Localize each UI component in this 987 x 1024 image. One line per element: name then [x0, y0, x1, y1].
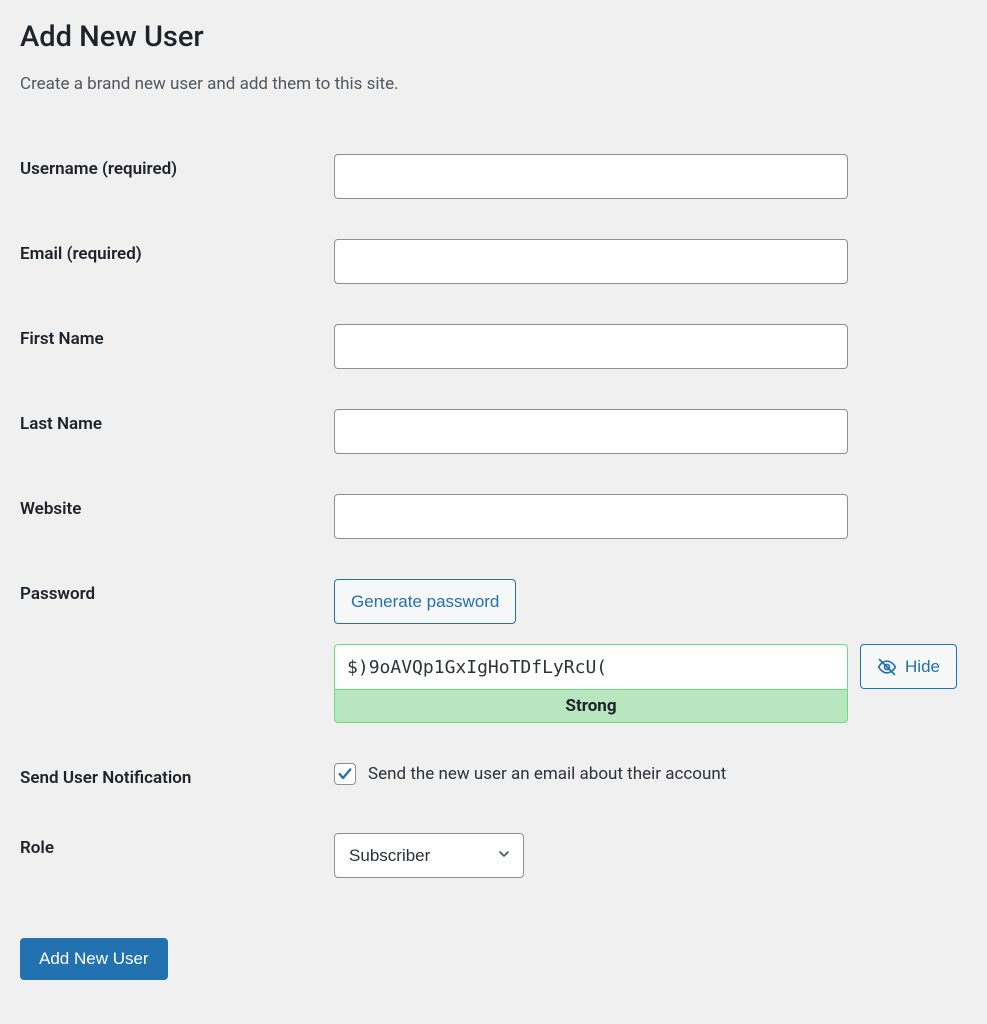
- username-input[interactable]: [334, 154, 848, 199]
- role-label: Role: [20, 813, 334, 898]
- check-icon: [337, 766, 353, 782]
- website-label: Website: [20, 474, 334, 559]
- page-subtitle: Create a brand new user and add them to …: [20, 74, 967, 94]
- generate-password-button[interactable]: Generate password: [334, 579, 516, 624]
- add-new-user-button[interactable]: Add New User: [20, 938, 168, 980]
- password-input[interactable]: [334, 644, 848, 689]
- send-notification-label: Send the new user an email about their a…: [368, 764, 726, 784]
- last-name-input[interactable]: [334, 409, 848, 454]
- first-name-label: First Name: [20, 304, 334, 389]
- username-label: Username (required): [20, 134, 334, 219]
- eye-slash-icon: [877, 657, 897, 677]
- password-strength-meter: Strong: [334, 689, 848, 723]
- email-label: Email (required): [20, 219, 334, 304]
- hide-password-button[interactable]: Hide: [860, 644, 957, 689]
- notification-label: Send User Notification: [20, 743, 334, 813]
- page-title: Add New User: [20, 20, 967, 54]
- first-name-input[interactable]: [334, 324, 848, 369]
- role-select[interactable]: Subscriber: [334, 833, 524, 878]
- last-name-label: Last Name: [20, 389, 334, 474]
- send-notification-checkbox[interactable]: [334, 763, 356, 785]
- email-input[interactable]: [334, 239, 848, 284]
- website-input[interactable]: [334, 494, 848, 539]
- password-label: Password: [20, 559, 334, 743]
